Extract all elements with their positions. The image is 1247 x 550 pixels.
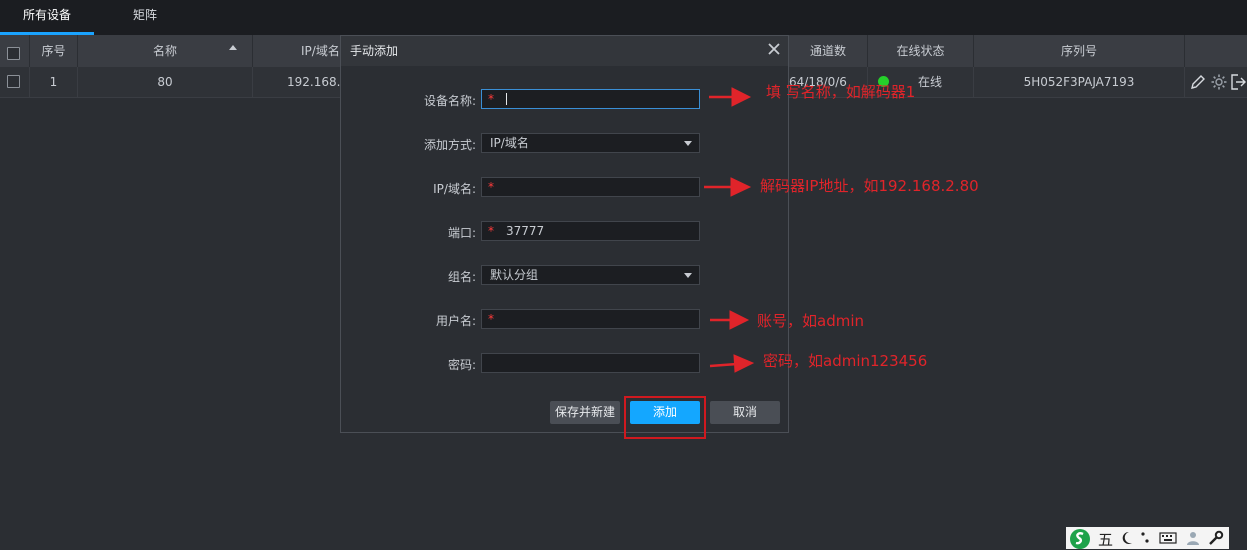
- group-value: 默认分组: [490, 268, 539, 282]
- device-name-label: 设备名称:: [423, 94, 476, 108]
- row-index: 1: [30, 67, 78, 97]
- column-name-label: 名称: [152, 44, 177, 58]
- add-button[interactable]: 添加: [630, 401, 700, 424]
- column-ip-label: IP/域名: [301, 44, 340, 58]
- required-mark: *: [488, 180, 494, 194]
- user-icon[interactable]: [1186, 530, 1200, 546]
- port-value: 37777: [506, 224, 545, 238]
- close-icon[interactable]: [766, 41, 782, 57]
- row-actions: [1185, 67, 1247, 97]
- annotation-device-name: 填 写名称，如解码器1: [766, 83, 916, 101]
- column-channels[interactable]: 通道数: [789, 35, 868, 67]
- ip-label: IP/域名:: [433, 182, 476, 196]
- row-checkbox[interactable]: [7, 75, 20, 88]
- settings-icon[interactable]: [1210, 73, 1228, 91]
- username-input[interactable]: *: [481, 309, 700, 329]
- device-name-input[interactable]: *: [481, 89, 700, 109]
- annotation-username: 账号，如admin: [757, 312, 864, 330]
- add-method-select[interactable]: IP/域名: [481, 133, 700, 153]
- add-method-label: 添加方式:: [423, 138, 476, 152]
- port-label: 端口:: [447, 226, 476, 240]
- column-actions: [1185, 35, 1247, 67]
- save-and-new-button[interactable]: 保存并新建: [550, 401, 620, 424]
- ime-mode[interactable]: 五: [1098, 529, 1113, 550]
- moon-icon[interactable]: [1120, 530, 1134, 546]
- row-serial: 5H052F3PAJA7193: [974, 67, 1185, 97]
- column-name[interactable]: 名称: [78, 35, 253, 67]
- chevron-down-icon: [684, 273, 692, 278]
- arrow-icon: [709, 87, 752, 107]
- arrow-icon: [709, 354, 755, 373]
- logout-icon[interactable]: [1230, 73, 1246, 91]
- wrench-icon[interactable]: [1208, 530, 1224, 546]
- chevron-down-icon: [684, 141, 692, 146]
- row-status: 在线: [918, 75, 943, 89]
- password-label: 密码:: [447, 358, 476, 372]
- punctuation-icon[interactable]: [1140, 531, 1154, 545]
- dialog-title-bar: 手动添加: [341, 36, 788, 66]
- annotation-arrows: [704, 87, 755, 373]
- required-mark: *: [488, 92, 494, 106]
- dialog-title: 手动添加: [350, 44, 399, 58]
- column-serial[interactable]: 序列号: [974, 35, 1185, 67]
- required-mark: *: [488, 224, 494, 238]
- port-input[interactable]: * 37777: [481, 221, 700, 241]
- row-ip: 192.168.2: [287, 75, 349, 89]
- group-select[interactable]: 默认分组: [481, 265, 700, 285]
- password-input[interactable]: [481, 353, 700, 373]
- column-index[interactable]: 序号: [30, 35, 78, 67]
- annotation-ip: 解码器IP地址，如192.168.2.80: [760, 177, 979, 195]
- tab-matrix[interactable]: 矩阵: [110, 0, 180, 35]
- tab-bar: 所有设备 矩阵: [0, 0, 1247, 35]
- ime-toolbar: 五: [1066, 527, 1229, 549]
- text-cursor: [506, 93, 507, 105]
- arrow-icon: [704, 177, 752, 197]
- sort-ascending-icon: [229, 45, 237, 50]
- sogou-logo-icon[interactable]: [1068, 528, 1094, 550]
- column-status[interactable]: 在线状态: [868, 35, 974, 67]
- select-all-checkbox[interactable]: [7, 47, 20, 60]
- select-all-cell: [0, 35, 30, 67]
- required-mark: *: [488, 312, 494, 326]
- row-select-cell: [0, 67, 30, 97]
- cancel-button[interactable]: 取消: [710, 401, 780, 424]
- arrow-icon: [710, 310, 750, 330]
- add-method-value: IP/域名: [490, 136, 529, 150]
- tab-all-devices[interactable]: 所有设备: [0, 0, 94, 35]
- ip-input[interactable]: *: [481, 177, 700, 197]
- username-label: 用户名:: [435, 314, 476, 328]
- annotation-password: 密码，如admin123456: [763, 352, 928, 370]
- row-name: 80: [78, 67, 253, 97]
- group-label: 组名:: [447, 270, 476, 284]
- keyboard-icon[interactable]: [1159, 532, 1177, 544]
- edit-icon[interactable]: [1189, 73, 1207, 91]
